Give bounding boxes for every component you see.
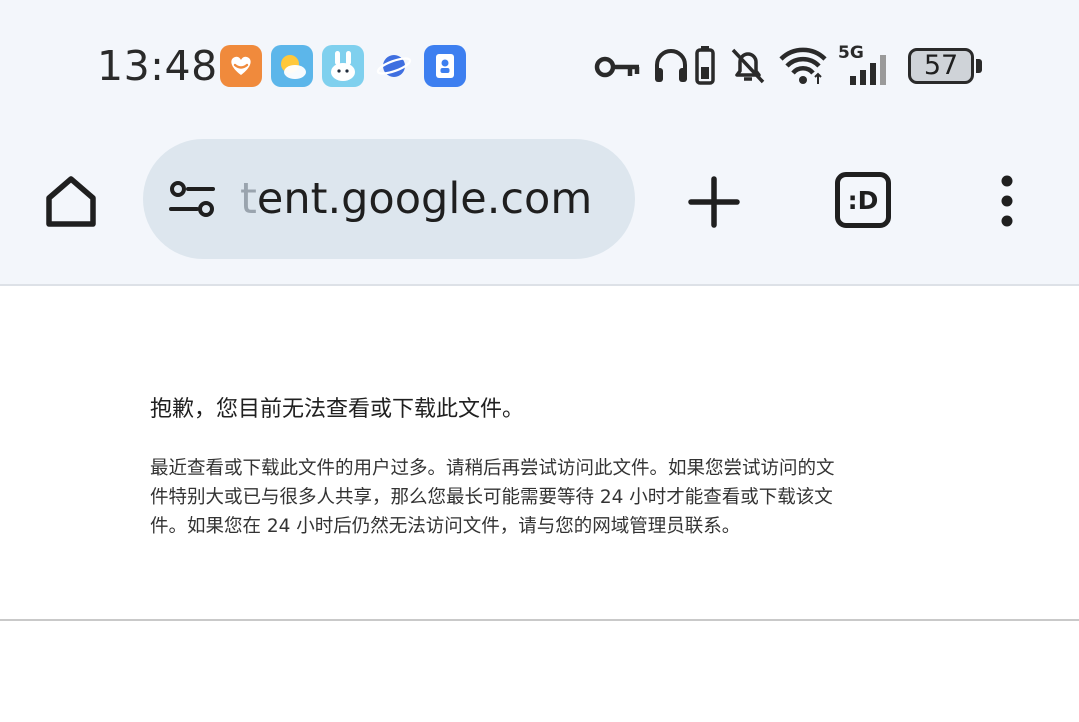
new-tab-button[interactable] bbox=[686, 174, 742, 230]
battery-saver-icon bbox=[695, 46, 715, 85]
address-bar[interactable]: tent.google.com bbox=[143, 139, 635, 259]
tab-switcher-label: :D bbox=[847, 185, 879, 215]
contacts-app-icon bbox=[424, 45, 466, 87]
more-vert-icon bbox=[1001, 175, 1013, 227]
home-button[interactable] bbox=[40, 170, 102, 232]
page-content bbox=[0, 286, 1079, 620]
error-message-line: 件。如果您在 24 小时后仍然无法访问文件，请与您的网域管理员联系。 bbox=[150, 516, 741, 537]
home-icon bbox=[46, 176, 96, 227]
plus-icon bbox=[688, 176, 740, 228]
headphones-icon bbox=[655, 49, 687, 82]
error-message: 最近查看或下载此文件的用户过多。请稍后再尝试访问此文件。如果您尝试访问的文 件特… bbox=[150, 454, 940, 541]
bunny-app-icon bbox=[322, 45, 364, 87]
wifi-icon bbox=[779, 47, 827, 84]
bell-off-icon bbox=[731, 48, 765, 84]
signal-icon bbox=[850, 55, 886, 85]
battery-icon: 57 bbox=[908, 48, 984, 84]
url-text[interactable]: tent.google.com bbox=[240, 173, 592, 225]
content-divider bbox=[0, 619, 1079, 621]
planet-app-icon bbox=[373, 45, 415, 87]
error-title: 抱歉，您目前无法查看或下载此文件。 bbox=[150, 397, 525, 422]
health-app-icon bbox=[220, 45, 262, 87]
tune-icon[interactable] bbox=[167, 179, 217, 221]
key-icon bbox=[594, 56, 640, 78]
battery-level: 57 bbox=[923, 50, 959, 81]
error-message-line: 最近查看或下载此文件的用户过多。请稍后再尝试访问此文件。如果您尝试访问的文 bbox=[150, 458, 835, 479]
tab-switcher-button[interactable]: :D bbox=[835, 172, 891, 228]
error-message-line: 件特别大或已与很多人共享，那么您最长可能需要等待 24 小时才能查看或下载该文 bbox=[150, 487, 833, 508]
status-clock: 13:48 bbox=[97, 42, 218, 90]
weather-app-icon bbox=[271, 45, 313, 87]
more-options-button[interactable] bbox=[992, 172, 1022, 232]
url-faded-prefix: t bbox=[240, 174, 257, 224]
url-domain: ent.google.com bbox=[256, 174, 593, 224]
